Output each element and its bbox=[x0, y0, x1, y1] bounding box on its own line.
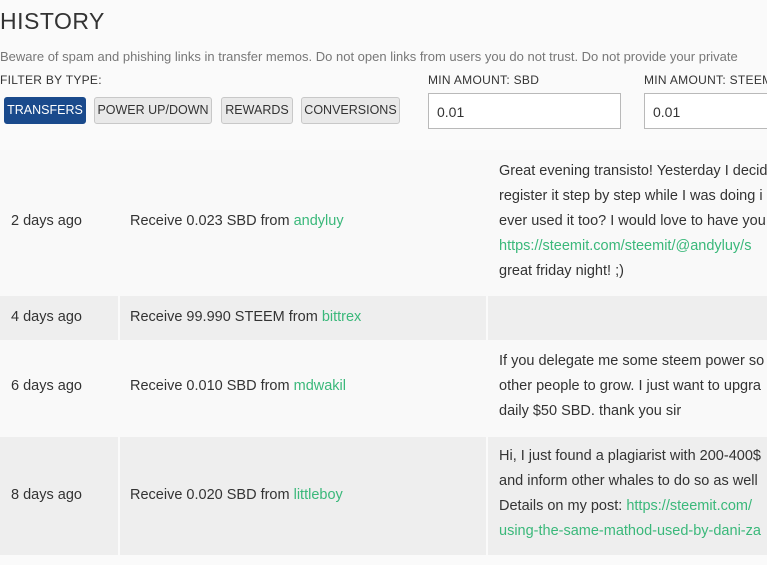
time-ago: 6 days ago bbox=[11, 378, 82, 394]
column-divider bbox=[486, 437, 488, 555]
time-ago: 2 days ago bbox=[11, 213, 82, 229]
action-cell: Receive 0.023 SBD from andyluy bbox=[120, 150, 486, 296]
table-row: 6 days ago Receive 0.010 SBD from mdwaki… bbox=[0, 340, 767, 437]
memo-line: https://steemit.com/steemit/@andyluy/s bbox=[499, 238, 751, 254]
memo-cell bbox=[489, 296, 767, 340]
min-amount-sbd-input[interactable]: 0.01 bbox=[428, 93, 621, 129]
memo-line: Hi, I just found a plagiarist with 200-4… bbox=[499, 448, 761, 464]
memo-cell: If you delegate me some steem power so o… bbox=[489, 340, 767, 437]
action-cell: Receive 0.020 SBD from littleboy bbox=[120, 437, 486, 555]
memo-line: and inform other whales to do so as well bbox=[499, 473, 758, 489]
user-link[interactable]: bittrex bbox=[322, 309, 362, 325]
user-link[interactable]: andyluy bbox=[294, 213, 344, 229]
table-row: 8 days ago Receive 0.020 SBD from little… bbox=[0, 437, 767, 555]
user-link[interactable]: mdwakil bbox=[294, 378, 346, 394]
action-cell: Receive 0.010 SBD from mdwakil bbox=[120, 340, 486, 437]
time-cell: 6 days ago bbox=[0, 340, 118, 437]
column-divider bbox=[486, 296, 488, 340]
time-ago: 8 days ago bbox=[11, 487, 82, 503]
transfer-description: Receive 99.990 STEEM from bittrex bbox=[130, 309, 362, 325]
table-row: 4 days ago Receive 99.990 STEEM from bit… bbox=[0, 296, 767, 340]
memo-line: great friday night! ;) bbox=[499, 263, 624, 279]
min-amount-steem-input[interactable]: 0.01 bbox=[644, 93, 767, 129]
user-link[interactable]: littleboy bbox=[294, 487, 343, 503]
memo-cell: Great evening transisto! Yesterday I dec… bbox=[489, 150, 767, 296]
memo-line: register it step by step while I was doi… bbox=[499, 188, 763, 204]
filter-rewards-button[interactable]: REWARDS bbox=[221, 97, 293, 124]
transfer-description: Receive 0.023 SBD from andyluy bbox=[130, 213, 344, 229]
memo-line: Details on my post: https://steemit.com/ bbox=[499, 498, 753, 514]
memo-link[interactable]: using-the-same-mathod-used-by-dani-za bbox=[499, 523, 761, 539]
memo-line: Great evening transisto! Yesterday I dec… bbox=[499, 163, 767, 179]
filter-type-label: FILTER BY TYPE: bbox=[0, 73, 102, 87]
min-amount-steem-label: MIN AMOUNT: STEEM bbox=[644, 73, 767, 87]
time-cell: 8 days ago bbox=[0, 437, 118, 555]
time-cell: 4 days ago bbox=[0, 296, 118, 340]
memo-line: ever used it too? I would love to have y… bbox=[499, 213, 766, 229]
time-cell: 2 days ago bbox=[0, 150, 118, 296]
transfer-description: Receive 0.010 SBD from mdwakil bbox=[130, 378, 346, 394]
min-amount-sbd-label: MIN AMOUNT: SBD bbox=[428, 73, 540, 87]
time-ago: 4 days ago bbox=[11, 309, 82, 325]
memo-cell: Hi, I just found a plagiarist with 200-4… bbox=[489, 437, 767, 555]
memo-line: other people to grow. I just want to upg… bbox=[499, 378, 761, 394]
filter-conversions-button[interactable]: CONVERSIONS bbox=[301, 97, 400, 124]
memo-link[interactable]: https://steemit.com/steemit/@andyluy/s bbox=[499, 238, 751, 254]
filter-transfers-button[interactable]: TRANSFERS bbox=[4, 97, 86, 124]
memo-line: If you delegate me some steem power so bbox=[499, 353, 765, 369]
memo-line: using-the-same-mathod-used-by-dani-za bbox=[499, 523, 761, 539]
transfer-description: Receive 0.020 SBD from littleboy bbox=[130, 487, 343, 503]
filter-power-up-down-button[interactable]: POWER UP/DOWN bbox=[94, 97, 212, 124]
page-title: HISTORY bbox=[0, 8, 105, 34]
table-row: 2 days ago Receive 0.023 SBD from andylu… bbox=[0, 150, 767, 296]
memo-line: daily $50 SBD. thank you sir bbox=[499, 403, 682, 419]
memo-link[interactable]: https://steemit.com/ bbox=[626, 498, 752, 514]
action-cell: Receive 99.990 STEEM from bittrex bbox=[120, 296, 486, 340]
history-page: HISTORY Beware of spam and phishing link… bbox=[0, 0, 767, 565]
spam-warning: Beware of spam and phishing links in tra… bbox=[0, 49, 738, 64]
